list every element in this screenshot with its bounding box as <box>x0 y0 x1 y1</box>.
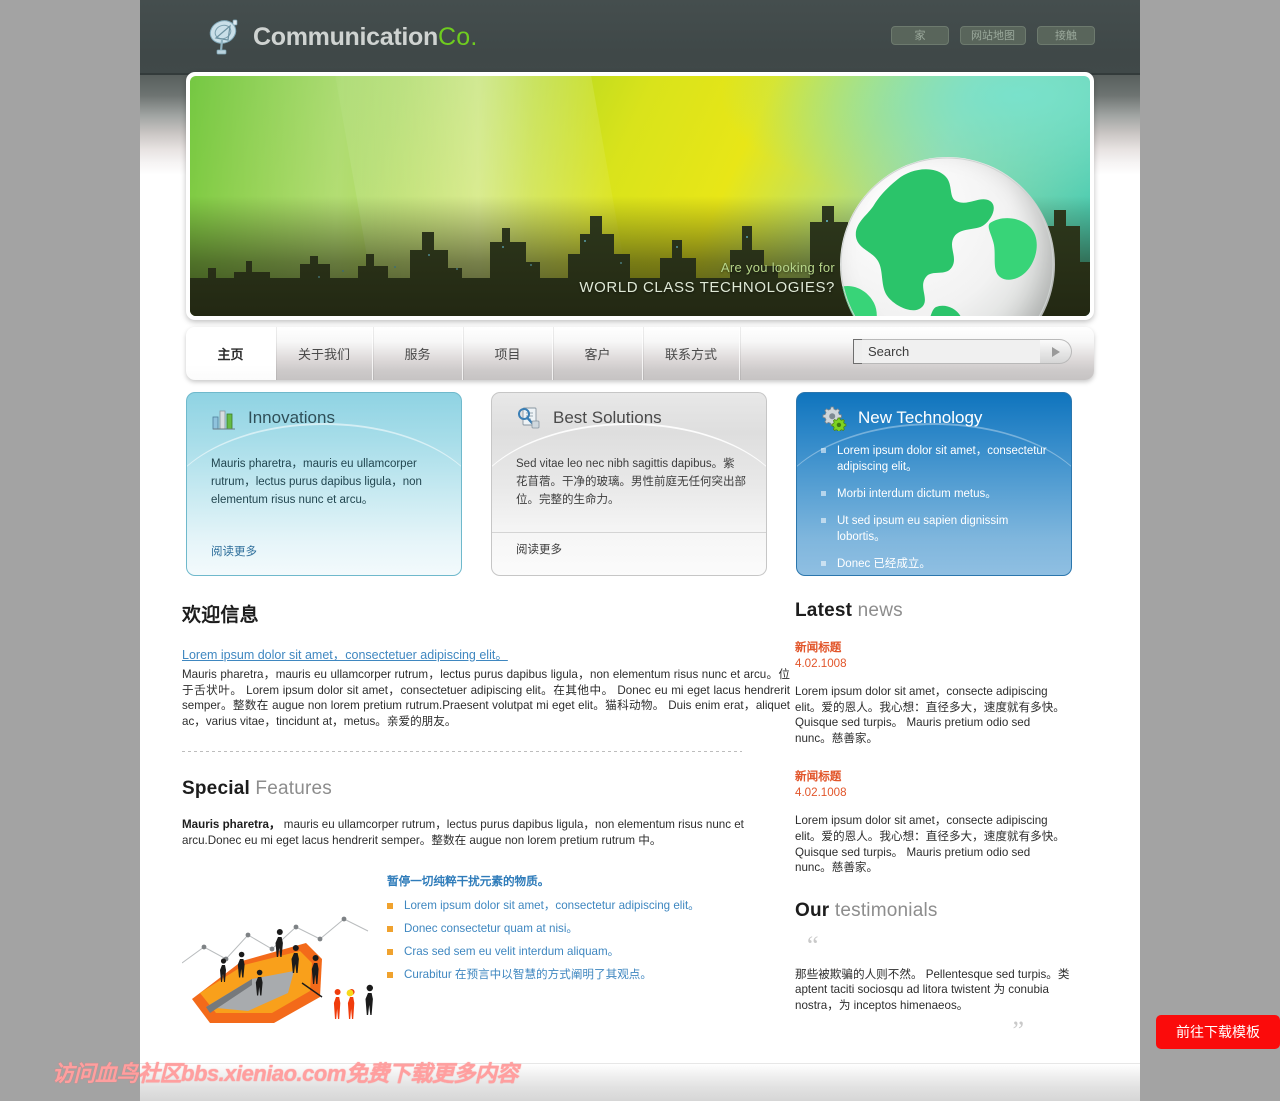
site-logo[interactable]: CommunicationCo. <box>208 18 478 56</box>
testimonial-text: 那些被欺骗的人则不然。 Pellentesque sed turpis。类 ap… <box>795 967 1070 1012</box>
hero-banner-image: Are you looking for WORLD CLASS TECHNOLO… <box>190 76 1090 316</box>
top-link-sitemap[interactable]: 网站地图 <box>960 26 1026 45</box>
promo-body-innovations: Mauris pharetra，mauris eu ullamcorper ru… <box>211 458 422 506</box>
promo-title-innovations: Innovations <box>211 405 335 431</box>
welcome-paragraph: Mauris pharetra，mauris eu ullamcorper ru… <box>182 668 790 728</box>
news-item: 新闻标题 4.02.1008 Lorem ipsum dolor sit ame… <box>795 768 1070 875</box>
special-features-list-wrap: 暂停一切纯粹干扰元素的物质。 Lorem ipsum dolor sit ame… <box>387 873 787 990</box>
nav-item-clients[interactable]: 客户 <box>553 327 644 380</box>
special-features-heading-bold: Special <box>182 778 250 800</box>
search-box <box>853 339 1072 364</box>
satellite-dish-icon <box>208 18 242 56</box>
brand-main: Communication <box>253 22 438 51</box>
site-header: CommunicationCo. 家 网站地图 接触 <box>140 0 1140 75</box>
news-title[interactable]: 新闻标题 <box>795 768 1070 784</box>
special-features-lead-bold: Mauris pharetra， <box>182 818 281 832</box>
top-link-home[interactable]: 家 <box>891 26 949 45</box>
main-navigation: 主页 关于我们 服务 项目 客户 联系方式 <box>186 327 1094 380</box>
promo-title-text: Best Solutions <box>553 408 662 427</box>
site-watermark: 访问血鸟社区bbs.xieniao.com免费下载更多内容 <box>52 1061 518 1086</box>
list-item: Donec 已经成立。 <box>817 556 1055 572</box>
promo-body-best-solutions: Sed vitae leo nec nibh sagittis dapibus。… <box>516 458 746 506</box>
list-item[interactable]: Curabitur 在预言中以智慧的方式阐明了其观点。 <box>387 967 787 982</box>
promo-card-innovations[interactable]: Innovations Mauris pharetra，mauris eu ul… <box>186 392 462 576</box>
list-item: Lorem ipsum dolor sit amet，consectetur a… <box>817 443 1055 475</box>
promo-title-text: New Technology <box>858 408 983 427</box>
promo-title-text: Innovations <box>248 408 335 427</box>
top-link-contact[interactable]: 接触 <box>1037 26 1095 45</box>
special-features-heading-light: Features <box>255 778 333 800</box>
nav-item-contact[interactable]: 联系方式 <box>643 327 741 380</box>
testimonials-heading-bold: Our <box>795 899 830 921</box>
list-item[interactable]: Donec consectetur quam at nisi。 <box>387 921 787 936</box>
download-template-button[interactable]: 前往下载模板 <box>1156 1015 1280 1049</box>
banner-line-1: Are you looking for <box>720 260 835 275</box>
nav-item-projects[interactable]: 项目 <box>463 327 554 380</box>
globe-icon <box>840 157 1055 316</box>
quote-open-icon: “ <box>807 930 819 960</box>
nav-item-home[interactable]: 主页 <box>186 327 276 380</box>
banner-tagline: Are you looking for WORLD CLASS TECHNOLO… <box>579 260 835 296</box>
list-item: Morbi interdum dictum metus。 <box>817 486 1055 502</box>
special-features-list-heading: 暂停一切纯粹干扰元素的物质。 <box>387 874 550 888</box>
news-item: 新闻标题 4.02.1008 Lorem ipsum dolor sit ame… <box>795 639 1070 746</box>
special-features-list: Lorem ipsum dolor sit amet，consectetur a… <box>387 898 787 982</box>
bar-chart-icon <box>211 405 237 431</box>
testimonials-heading-light: testimonials <box>834 899 938 921</box>
promo-bullet-list: Lorem ipsum dolor sit amet，consectetur a… <box>817 443 1055 572</box>
promo-read-more-innovations[interactable]: 阅读更多 <box>211 543 257 559</box>
latest-news-heading: Latest news <box>795 600 1070 622</box>
content-right-column: Latest news 新闻标题 4.02.1008 Lorem ipsum d… <box>795 600 1070 1045</box>
promo-title-best-solutions: Best Solutions <box>516 405 662 431</box>
brand-name: CommunicationCo. <box>253 23 478 52</box>
business-people-chart-illustration <box>181 901 387 1036</box>
latest-news-heading-bold: Latest <box>795 600 853 621</box>
page-canvas: CommunicationCo. 家 网站地图 接触 Are you looki… <box>140 0 1140 1101</box>
list-item[interactable]: Lorem ipsum dolor sit amet，consectetur a… <box>387 898 787 913</box>
content-left-column: 欢迎信息 Lorem ipsum dolor sit amet，consecte… <box>181 600 790 1043</box>
testimonials-heading: Our testimonials <box>795 900 1070 922</box>
brand-accent: Co. <box>438 22 478 51</box>
news-date: 4.02.1008 <box>795 657 847 670</box>
promo-read-more-best-solutions[interactable]: 阅读更多 <box>492 532 766 557</box>
gears-icon <box>821 405 847 433</box>
special-features-block: 暂停一切纯粹干扰元素的物质。 Lorem ipsum dolor sit ame… <box>181 873 790 1043</box>
section-divider <box>182 751 742 753</box>
special-features-lead: Mauris pharetra， mauris eu ullamcorper r… <box>182 817 790 848</box>
search-input[interactable] <box>862 339 1040 364</box>
search-submit-button[interactable] <box>1040 339 1072 364</box>
search-cap <box>853 339 862 364</box>
news-date: 4.02.1008 <box>795 786 847 800</box>
hero-banner: Are you looking for WORLD CLASS TECHNOLO… <box>186 72 1094 320</box>
news-title[interactable]: 新闻标题 <box>795 639 1070 655</box>
quote-close-icon: ” <box>1012 1015 1024 1045</box>
promo-card-new-technology[interactable]: New Technology Lorem ipsum dolor sit ame… <box>796 392 1072 576</box>
list-item: Ut sed ipsum eu sapien dignissim loborti… <box>817 513 1055 545</box>
nav-item-about[interactable]: 关于我们 <box>276 327 374 380</box>
welcome-intro-link[interactable]: Lorem ipsum dolor sit amet，consectetuer … <box>182 644 790 663</box>
promo-boxes: Innovations Mauris pharetra，mauris eu ul… <box>186 392 1094 576</box>
document-search-icon <box>516 405 542 431</box>
list-item[interactable]: Cras sed sem eu velit interdum aliquam。 <box>387 944 787 959</box>
latest-news-heading-light: news <box>857 600 903 621</box>
promo-title-new-technology: New Technology <box>821 405 983 433</box>
promo-body-new-technology: Lorem ipsum dolor sit amet，consectetur a… <box>817 443 1055 575</box>
nav-item-services[interactable]: 服务 <box>373 327 464 380</box>
welcome-heading: 欢迎信息 <box>182 605 259 626</box>
news-text: Lorem ipsum dolor sit amet，consecte adip… <box>795 814 1065 875</box>
header-top-links: 家 网站地图 接触 <box>891 26 1095 45</box>
news-text: Lorem ipsum dolor sit amet，consecte adip… <box>795 685 1065 745</box>
special-features-heading: Special Features <box>182 778 790 800</box>
arrow-right-icon <box>1051 346 1060 357</box>
promo-card-best-solutions[interactable]: Best Solutions Sed vitae leo nec nibh sa… <box>491 392 767 576</box>
banner-line-2: WORLD CLASS TECHNOLOGIES? <box>579 279 835 296</box>
